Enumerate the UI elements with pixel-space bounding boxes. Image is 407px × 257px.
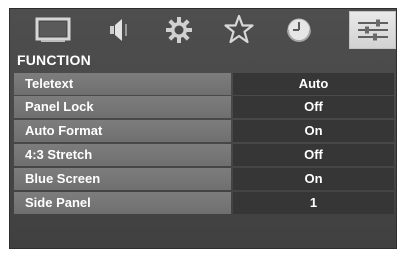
clock-icon xyxy=(287,18,311,42)
setting-row-4-3-stretch[interactable]: 4:3 Stretch Off xyxy=(14,144,394,166)
setting-label: Side Panel xyxy=(14,192,231,214)
setting-row-panel-lock[interactable]: Panel Lock Off xyxy=(14,96,394,118)
tab-function[interactable] xyxy=(349,11,396,49)
menu-tab-bar xyxy=(10,9,396,53)
setting-value[interactable]: On xyxy=(233,120,394,142)
setting-value[interactable]: Off xyxy=(233,96,394,118)
star-icon xyxy=(224,14,254,44)
setting-value[interactable]: On xyxy=(233,168,394,190)
tab-picture[interactable] xyxy=(28,11,78,49)
setting-row-teletext[interactable]: Teletext Auto xyxy=(14,72,394,95)
gear-icon xyxy=(166,17,192,43)
tab-timer[interactable] xyxy=(274,11,324,49)
setting-value[interactable]: Auto xyxy=(233,73,394,95)
tab-favorites[interactable] xyxy=(214,11,264,49)
osd-menu-panel: FUNCTION Teletext Auto Panel Lock Off Au… xyxy=(9,8,397,249)
tab-setup[interactable] xyxy=(154,11,204,49)
setting-label: Teletext xyxy=(14,73,231,95)
setting-value[interactable]: Off xyxy=(233,144,394,166)
setting-label: 4:3 Stretch xyxy=(14,144,231,166)
setting-row-side-panel[interactable]: Side Panel 1 xyxy=(14,192,394,214)
setting-label: Auto Format xyxy=(14,120,231,142)
setting-label: Blue Screen xyxy=(14,168,231,190)
sliders-icon xyxy=(357,19,388,41)
tab-sound[interactable] xyxy=(93,11,143,49)
setting-label: Panel Lock xyxy=(14,96,231,118)
function-settings-list: Teletext Auto Panel Lock Off Auto Format… xyxy=(14,72,394,216)
setting-row-auto-format[interactable]: Auto Format On xyxy=(14,120,394,142)
setting-row-blue-screen[interactable]: Blue Screen On xyxy=(14,168,394,190)
speaker-icon xyxy=(110,19,127,41)
picture-icon xyxy=(35,17,71,42)
menu-title: FUNCTION xyxy=(17,52,91,68)
setting-value[interactable]: 1 xyxy=(233,192,394,214)
